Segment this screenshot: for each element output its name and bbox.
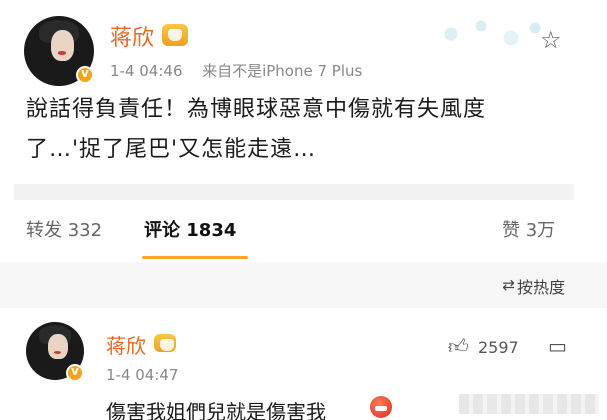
post-author-name[interactable]: 蒋欣 xyxy=(110,20,154,52)
sort-by-hotness-button[interactable]: 按热度 xyxy=(517,274,565,298)
avatar-lip xyxy=(57,51,66,55)
angry-emoji-icon xyxy=(370,396,392,418)
post-content: 說話得負責任！為博眼球惡意中傷就有失風度 了…'捉了尾巴'又怎能走遠… xyxy=(26,90,586,170)
verified-badge-icon xyxy=(76,66,94,84)
vip-badge-icon xyxy=(162,24,188,46)
avatar-face xyxy=(48,333,68,360)
decorative-background xyxy=(427,14,547,54)
weibo-post: 蒋欣 ☆ 1-4 04:46 来自不是iPhone 7 Plus 說話得負責任！… xyxy=(0,0,607,180)
post-tabs: 转发 332 评论 1834 赞 3万 xyxy=(0,200,607,260)
verified-badge-icon xyxy=(66,364,84,382)
sort-bar: ⇄ 按热度 xyxy=(0,262,607,308)
section-divider xyxy=(14,184,574,200)
post-content-line2: 了…'捉了尾巴'又怎能走遠… xyxy=(26,137,317,162)
star-icon[interactable]: ☆ xyxy=(540,26,562,54)
tab-likes[interactable]: 赞 3万 xyxy=(502,216,555,242)
comment-text: 傷害我姐們兒就是傷害我 xyxy=(106,400,326,420)
reply-icon[interactable]: ▭ xyxy=(548,334,567,358)
post-source: 来自不是iPhone 7 Plus xyxy=(202,62,363,80)
watermark xyxy=(459,394,599,414)
avatar-face xyxy=(50,30,75,61)
tab-repost[interactable]: 转发 332 xyxy=(26,216,102,242)
post-content-line1: 說話得負責任！為博眼球惡意中傷就有失風度 xyxy=(26,97,487,122)
tab-comments[interactable]: 评论 1834 xyxy=(144,216,236,242)
sort-icon: ⇄ xyxy=(502,276,515,294)
post-meta: 1-4 04:46 来自不是iPhone 7 Plus xyxy=(110,60,362,81)
thumbs-up-icon[interactable]: 👍︎ xyxy=(448,334,469,359)
avatar-lip xyxy=(53,351,61,354)
vip-badge-icon xyxy=(154,334,176,352)
comment-time: 1-4 04:47 xyxy=(106,366,179,384)
active-tab-indicator xyxy=(142,256,248,259)
comment-author-name[interactable]: 蒋欣 xyxy=(106,330,146,359)
comment-like-count: 2597 xyxy=(478,338,519,357)
post-time: 1-4 04:46 xyxy=(110,62,183,80)
